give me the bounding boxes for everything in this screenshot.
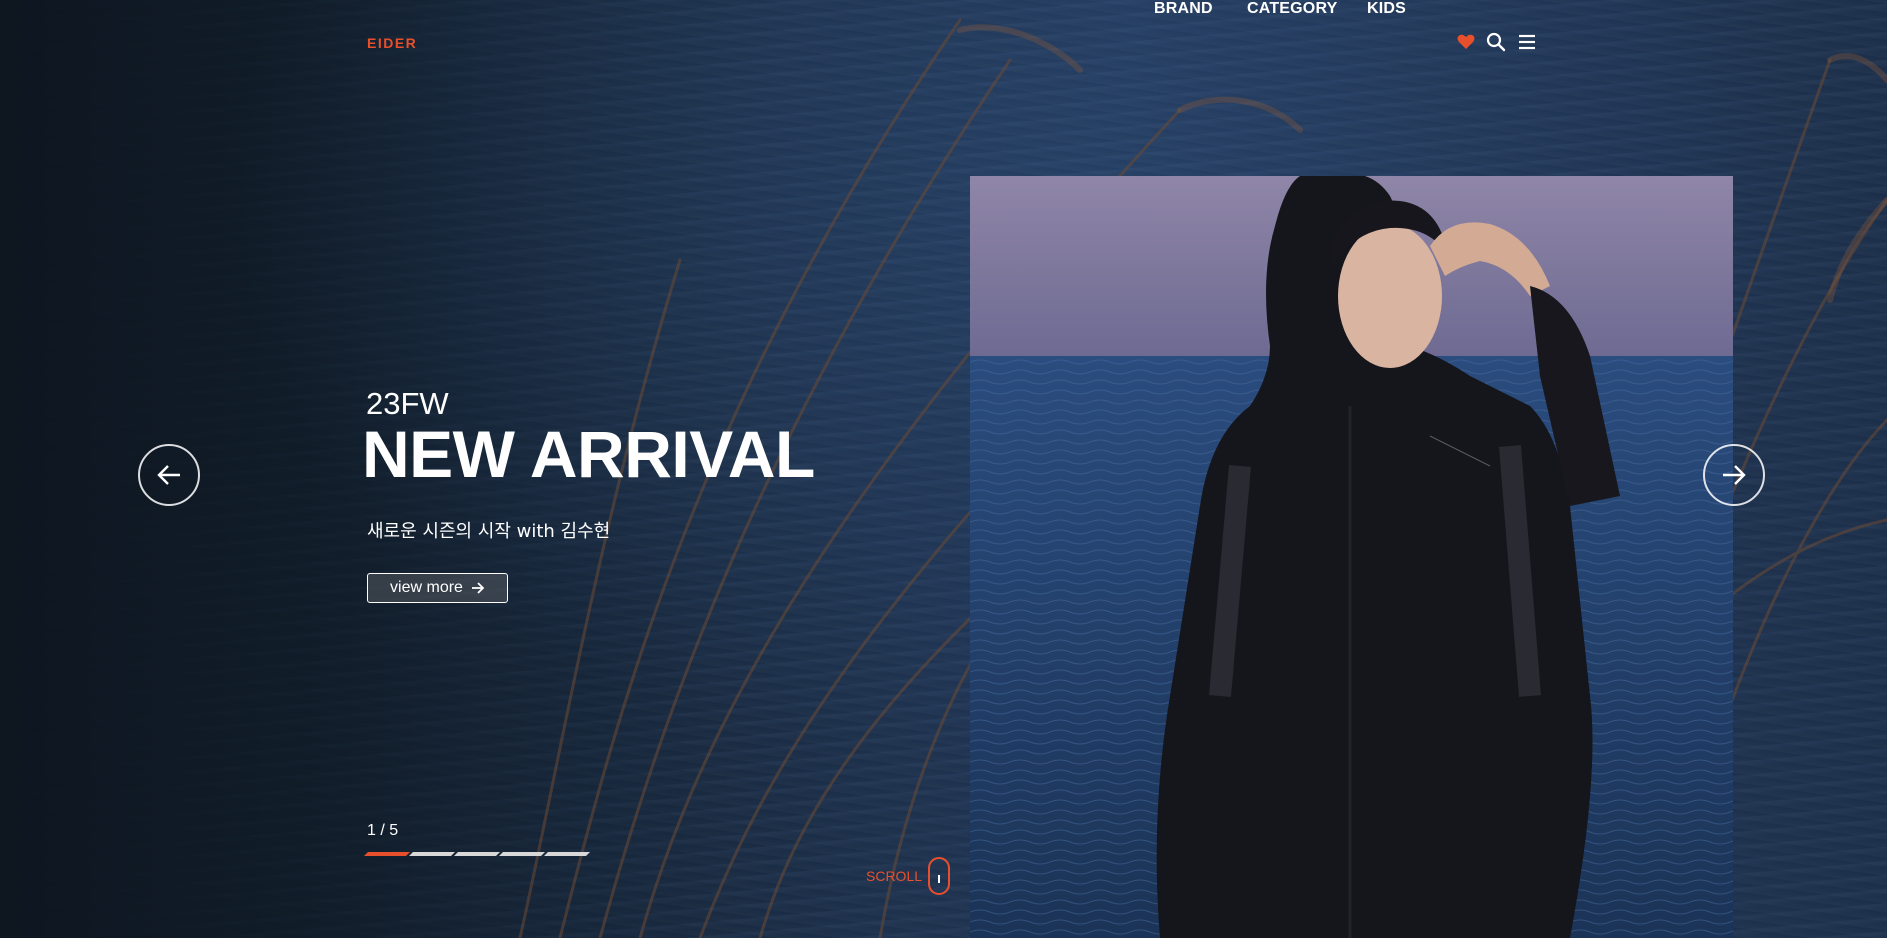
search-icon[interactable] [1486,32,1506,52]
scroll-label: SCROLL [866,868,923,884]
view-more-button[interactable]: view more [367,573,508,603]
hero-stage: EIDER BRAND CATEGORY KIDS 23FW NEW ARRIV… [0,0,1887,938]
brand-logo-text: EIDER [367,36,417,50]
arrow-right-icon [471,582,485,594]
hero-photo [970,176,1733,938]
pager-bar-2[interactable] [409,852,455,856]
menu-icon[interactable] [1517,32,1537,52]
next-slide-button[interactable] [1703,444,1765,506]
brand-logo[interactable]: EIDER [367,36,445,50]
nav-category[interactable]: CATEGORY [1247,0,1338,18]
pager-bar-5[interactable] [544,852,590,856]
prev-slide-button[interactable] [138,444,200,506]
arrow-left-icon [157,465,180,485]
arrow-right-icon [1723,465,1746,485]
site-header: EIDER BRAND CATEGORY KIDS [0,0,1887,86]
view-more-label: view more [390,579,463,596]
pager-bar-1[interactable] [364,852,410,856]
pager-bar-3[interactable] [454,852,500,856]
pager-bar-4[interactable] [499,852,545,856]
slide-counter: 1 / 5 [367,822,399,839]
hero-subtitle: 새로운 시즌의 시작 with 김수현 [367,521,611,542]
heart-icon[interactable] [1456,32,1476,52]
nav-brand[interactable]: BRAND [1154,0,1213,18]
hero-headline: NEW ARRIVAL [362,417,815,491]
nav-kids[interactable]: KIDS [1367,0,1406,18]
scroll-mouse-icon[interactable] [928,857,950,895]
